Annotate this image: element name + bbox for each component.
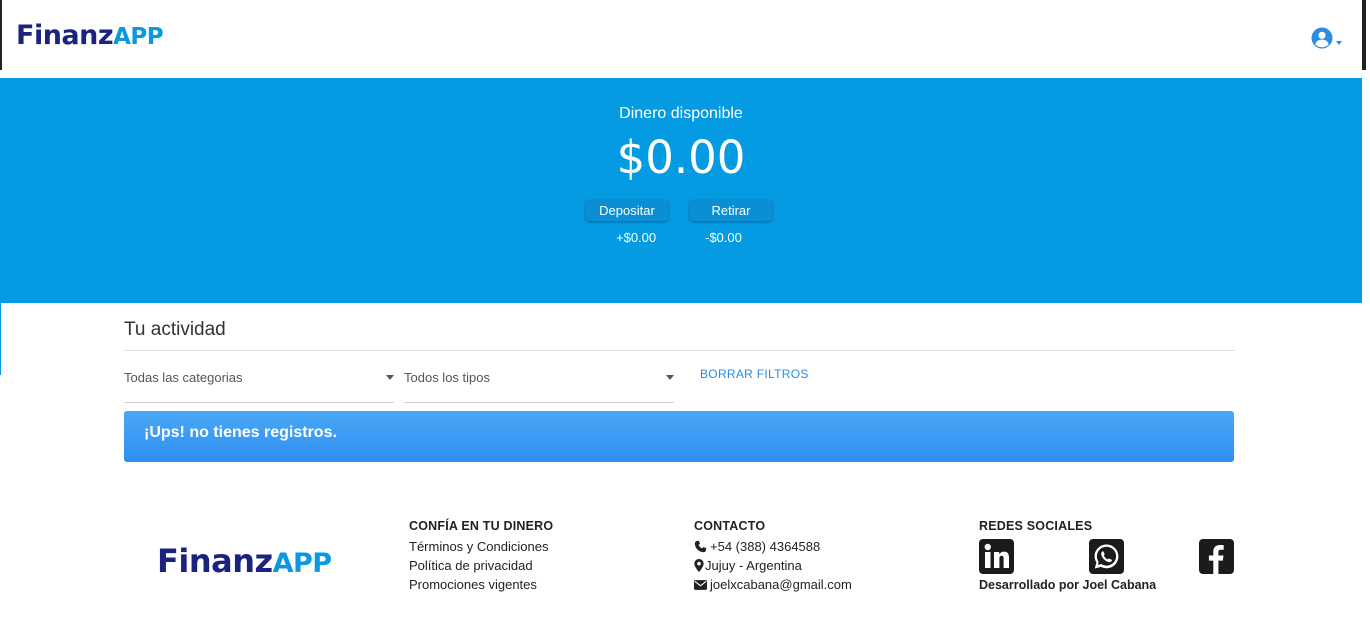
deposit-button[interactable]: Depositar [586, 200, 668, 221]
logo-text-part1: Finanz [16, 20, 114, 51]
activity-title: Tu actividad [124, 319, 226, 340]
terms-link[interactable]: Términos y Condiciones [409, 537, 553, 556]
facebook-icon[interactable] [1199, 539, 1234, 574]
user-menu-dropdown[interactable] [1311, 25, 1347, 51]
footer-trust-heading: CONFÍA EN TU DINERO [409, 519, 554, 533]
window-edge-left [0, 0, 2, 70]
contact-phone: +54 (388) 4364588 [694, 537, 852, 556]
dropdown-arrow-icon [386, 375, 394, 380]
type-filter-select[interactable]: Todos los tipos [404, 360, 674, 403]
phone-icon [694, 540, 707, 553]
footer-logo-part2: app [272, 548, 332, 579]
footer-social-heading: REDES SOCIALES [979, 519, 1093, 533]
privacy-link[interactable]: Política de privacidad [409, 556, 553, 575]
dropdown-arrow-icon [666, 375, 674, 380]
contact-location-text: Jujuy - Argentina [705, 558, 802, 573]
app-logo[interactable]: Finanzapp [16, 20, 164, 51]
footer-trust-column: CONFÍA EN TU DINERO Términos y Condicion… [409, 519, 553, 594]
deposit-total: +$0.00 [616, 230, 657, 245]
balance-label: Dinero disponible [619, 105, 743, 122]
top-navbar: Finanzapp [0, 0, 1370, 78]
promotions-link[interactable]: Promociones vigentes [409, 575, 553, 594]
contact-email-text: joelxcabana@gmail.com [710, 577, 852, 592]
footer-contact-column: CONTACTO +54 (388) 4364588 Jujuy - Argen… [694, 519, 852, 594]
balance-panel: Dinero disponible $0.00 Depositar Retira… [0, 78, 1362, 303]
contact-phone-text: +54 (388) 4364588 [710, 539, 821, 554]
linkedin-icon[interactable] [979, 539, 1014, 574]
logo-text-part2: app [113, 24, 164, 50]
footer-logo-part1: Finanz [157, 542, 273, 580]
withdraw-button[interactable]: Retirar [690, 200, 772, 221]
type-filter-value: Todos los tipos [404, 370, 490, 385]
footer-logo: Finanzapp [157, 545, 332, 577]
divider [124, 350, 1235, 351]
window-edge-accent [0, 303, 1, 375]
whatsapp-icon[interactable] [1089, 539, 1124, 574]
map-marker-icon [694, 559, 704, 572]
category-filter-select[interactable]: Todas las categorias [124, 360, 394, 403]
footer-social-column: REDES SOCIALES [979, 519, 1235, 537]
empty-records-message: ¡Ups! no tienes registros. [144, 424, 337, 441]
contact-location: Jujuy - Argentina [694, 556, 852, 575]
developer-credit: Desarrollado por Joel Cabana [979, 578, 1157, 592]
balance-amount: $0.00 [616, 131, 746, 184]
empty-records-alert: ¡Ups! no tienes registros. [124, 411, 1234, 462]
user-circle-icon [1311, 27, 1333, 49]
category-filter-value: Todas las categorias [124, 370, 243, 385]
footer-contact-heading: CONTACTO [694, 519, 766, 533]
chevron-down-icon [1336, 41, 1342, 45]
withdraw-total: -$0.00 [705, 230, 742, 245]
window-edge-right [1362, 0, 1366, 70]
clear-filters-button[interactable]: BORRAR FILTROS [700, 367, 809, 381]
contact-email[interactable]: joelxcabana@gmail.com [694, 575, 852, 594]
envelope-icon [694, 579, 707, 590]
